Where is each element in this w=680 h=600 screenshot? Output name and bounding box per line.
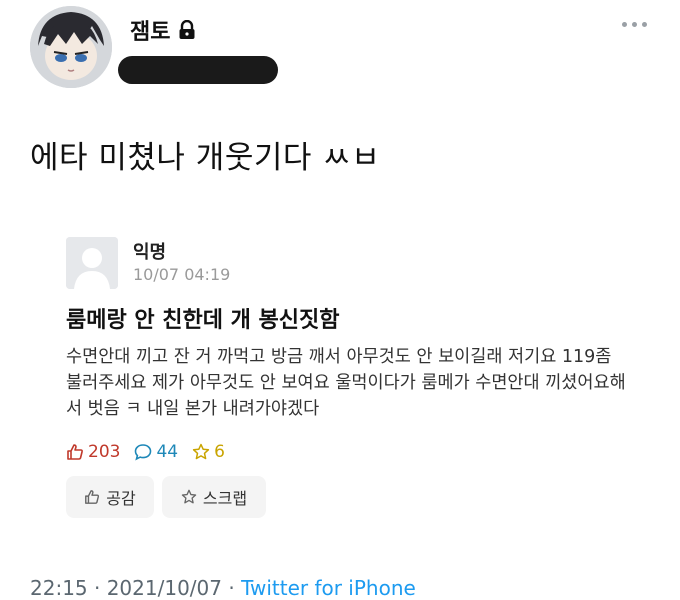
like-count: 203 bbox=[66, 442, 120, 462]
post-time: 10/07 04:19 bbox=[133, 265, 231, 284]
anonymous-avatar-icon bbox=[66, 237, 118, 289]
tweet-source-link[interactable]: Twitter for iPhone bbox=[241, 576, 416, 600]
more-options-icon[interactable] bbox=[622, 22, 647, 27]
star-icon bbox=[192, 443, 210, 460]
scrap-button-label: 스크랩 bbox=[202, 489, 248, 508]
display-name[interactable]: 잼토 bbox=[130, 14, 196, 46]
like-count-value: 203 bbox=[88, 442, 121, 462]
like-button-label: 공감 bbox=[106, 489, 136, 508]
scrap-count: 6 bbox=[192, 442, 225, 462]
profile-avatar[interactable] bbox=[30, 6, 112, 88]
post-title: 룸메랑 안 친한데 개 봉신짓함 bbox=[66, 308, 340, 333]
like-button[interactable]: 공감 bbox=[66, 476, 154, 518]
comment-count: 44 bbox=[134, 442, 178, 462]
post-author: 익명 bbox=[133, 242, 167, 263]
comment-count-value: 44 bbox=[156, 442, 179, 462]
tweet-text: 에타 미쳤나 개웃기다 ㅆㅂ bbox=[30, 140, 381, 176]
scrap-button[interactable]: 스크랩 bbox=[162, 476, 266, 518]
post-body: 수면안대 끼고 잔 거 까먹고 방금 깨서 아무것도 안 보이길래 저기요 11… bbox=[66, 347, 626, 419]
lock-icon bbox=[178, 20, 196, 40]
comment-bubble-icon bbox=[135, 444, 152, 461]
redacted-handle bbox=[118, 56, 278, 84]
tweet-meta: 22:15 · 2021/10/07 · Twitter for iPhone bbox=[30, 576, 416, 600]
scrap-count-value: 6 bbox=[214, 442, 225, 462]
display-name-text: 잼토 bbox=[130, 20, 171, 45]
post-stats: 203 44 6 bbox=[66, 442, 225, 462]
star-icon bbox=[181, 489, 197, 504]
thumbs-up-icon bbox=[67, 444, 83, 460]
thumbs-up-icon bbox=[85, 490, 100, 504]
tweet-timestamp: 22:15 · 2021/10/07 · bbox=[30, 576, 242, 600]
